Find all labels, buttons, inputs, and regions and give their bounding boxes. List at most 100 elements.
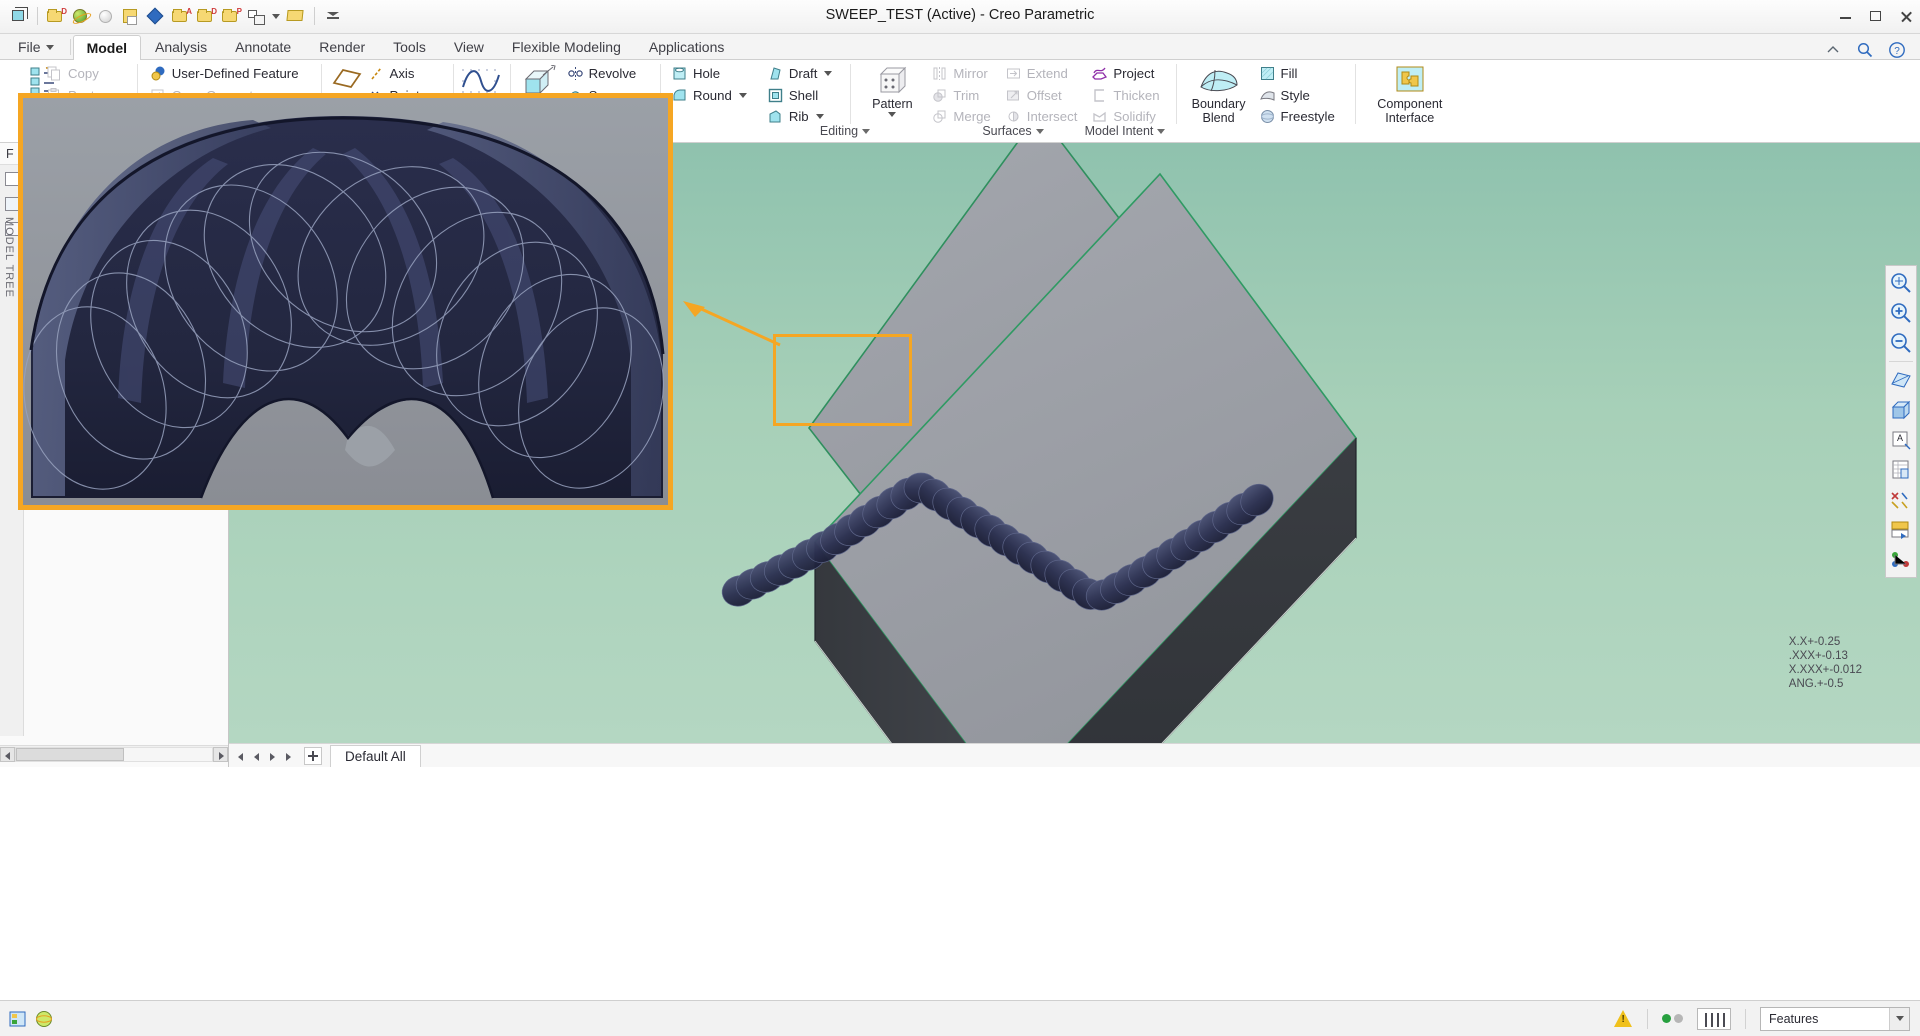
warning-icon[interactable] — [1614, 1010, 1633, 1027]
tab-model[interactable]: Model — [72, 35, 142, 60]
component-interface-label-2: Interface — [1385, 111, 1435, 125]
refit-icon[interactable] — [1887, 269, 1915, 297]
spin-center-icon[interactable] — [1887, 456, 1915, 484]
web-link-icon[interactable] — [34, 1009, 54, 1029]
ribbon-item-project[interactable]: Project — [1089, 63, 1165, 85]
editing-column-3: Project Thicken Solidify — [1083, 60, 1165, 142]
ribbon-item-fill[interactable]: Fill — [1257, 63, 1341, 85]
ribbon-item-mirror-label: Mirror — [953, 66, 988, 82]
divider — [1889, 361, 1913, 362]
tab-model-label: Model — [86, 40, 128, 56]
draft-icon — [767, 65, 784, 82]
boundary-blend-label-2: Blend — [1202, 111, 1235, 125]
tab-applications[interactable]: Applications — [635, 34, 739, 59]
extrude-icon[interactable] — [517, 63, 559, 97]
scroll-thumb[interactable] — [16, 747, 124, 761]
ribbon-item-style[interactable]: Style — [1257, 85, 1341, 107]
tab-last-button[interactable] — [283, 747, 296, 765]
datum-plane-icon[interactable] — [330, 63, 364, 97]
appearance-gallery-icon[interactable] — [1887, 546, 1915, 574]
tab-file[interactable]: File — [4, 34, 68, 59]
boundary-blend-icon — [1197, 65, 1241, 97]
ribbon-item-offset: Offset — [1003, 85, 1084, 107]
ribbon-item-thicken: Thicken — [1089, 85, 1165, 107]
tab-first-button[interactable] — [235, 747, 248, 765]
selection-tool-icon[interactable] — [1697, 1007, 1731, 1030]
trim-icon — [931, 87, 948, 104]
tab-tools[interactable]: Tools — [379, 34, 440, 59]
pattern-button[interactable]: Pattern — [861, 63, 923, 117]
engineering-column-1: Hole Round — [661, 60, 753, 142]
scroll-right-button[interactable] — [213, 746, 228, 762]
ribbon-item-rib[interactable]: Rib — [765, 106, 839, 128]
viewport-bottom-tabbar: Default All — [229, 743, 1920, 767]
ribbon-item-udf-label: User-Defined Feature — [171, 66, 299, 82]
ribbon-item-hole[interactable]: Hole — [669, 63, 753, 85]
display-style-icon[interactable] — [1887, 396, 1915, 424]
tab-annotate[interactable]: Annotate — [221, 34, 305, 59]
tab-prev-button[interactable] — [251, 747, 264, 765]
annotation-display-icon[interactable]: A — [1887, 426, 1915, 454]
ribbon-item-merge: Merge — [929, 106, 996, 128]
filter-combobox-value: Features — [1769, 1011, 1819, 1026]
model-tree-header-label: F — [6, 146, 14, 161]
zoom-in-icon[interactable] — [1887, 299, 1915, 327]
ribbon-item-axis[interactable]: Axis — [366, 63, 441, 85]
tab-view-label: View — [453, 39, 484, 55]
zoom-out-icon[interactable] — [1887, 329, 1915, 357]
ribbon-item-trim-label: Trim — [953, 87, 980, 103]
tab-default-all[interactable]: Default All — [330, 744, 421, 767]
tab-tools-label: Tools — [393, 39, 426, 55]
tab-next-button[interactable] — [267, 747, 280, 765]
model-tree-hscrollbar[interactable] — [0, 745, 228, 762]
boundary-blend-label-1: Boundary — [1191, 97, 1246, 111]
status-dot-green — [1662, 1014, 1671, 1023]
scroll-left-button[interactable] — [0, 746, 15, 762]
ribbon-item-merge-label: Merge — [953, 109, 991, 125]
ribbon-item-rib-label: Rib — [788, 109, 809, 125]
minimize-button[interactable] — [1838, 8, 1854, 24]
add-tab-button[interactable] — [304, 746, 322, 765]
ribbon-item-hole-label: Hole — [692, 66, 721, 82]
close-button[interactable] — [1898, 8, 1914, 24]
ribbon-group-surfaces: Boundary Blend — [1177, 60, 1255, 143]
datum-display-icon[interactable] — [1887, 366, 1915, 394]
chevron-down-icon — [815, 114, 824, 120]
editing-column-1: Mirror Trim Merge — [929, 60, 996, 142]
selection-filter-icon[interactable] — [8, 1009, 28, 1029]
ribbon-item-shell[interactable]: Shell — [765, 85, 839, 107]
chevron-down-icon[interactable] — [888, 112, 897, 117]
surfaces-column: Fill Style Freestyle — [1255, 60, 1341, 142]
scroll-track[interactable] — [15, 746, 213, 762]
ribbon-item-revolve[interactable]: Revolve — [565, 63, 650, 85]
tab-view[interactable]: View — [440, 34, 498, 59]
window-title: SWEEP_TEST (Active) - Creo Parametric — [825, 7, 1095, 23]
ribbon-item-user-defined-feature[interactable]: User-Defined Feature — [148, 63, 305, 85]
component-interface-button[interactable]: Component Interface — [1368, 63, 1452, 125]
view-manager-icon[interactable] — [1887, 516, 1915, 544]
minimize-ribbon-icon[interactable] — [1824, 41, 1842, 59]
ribbon-item-fill-label: Fill — [1280, 66, 1298, 82]
svg-text:?: ? — [1894, 46, 1900, 57]
tolerance-line-3: X.XXX+-0.012 — [1788, 664, 1862, 676]
extend-icon — [1005, 65, 1022, 82]
ribbon-item-revolve-label: Revolve — [588, 66, 637, 82]
boundary-blend-button[interactable]: Boundary Blend — [1189, 63, 1249, 125]
maximize-button[interactable] — [1868, 8, 1884, 24]
ribbon-item-draft[interactable]: Draft — [765, 63, 839, 85]
tab-render[interactable]: Render — [305, 34, 379, 59]
filter-combobox[interactable]: Features — [1760, 1006, 1910, 1031]
tab-flexible-modeling[interactable]: Flexible Modeling — [498, 34, 635, 59]
left-panel-footer — [0, 762, 229, 767]
component-interface-icon — [1393, 65, 1427, 97]
ribbon-item-freestyle[interactable]: Freestyle — [1257, 106, 1341, 128]
ribbon-item-copy: Copy — [44, 63, 123, 85]
ribbon-item-round[interactable]: Round — [669, 85, 753, 107]
search-icon[interactable] — [1856, 41, 1874, 59]
ribbon-item-extend-label: Extend — [1026, 66, 1068, 82]
zoom-region-rectangle — [773, 334, 912, 426]
tab-analysis[interactable]: Analysis — [141, 34, 221, 59]
saved-orientations-icon[interactable] — [1887, 486, 1915, 514]
help-icon[interactable]: ? — [1888, 41, 1906, 59]
chevron-down-icon[interactable] — [1889, 1007, 1909, 1030]
